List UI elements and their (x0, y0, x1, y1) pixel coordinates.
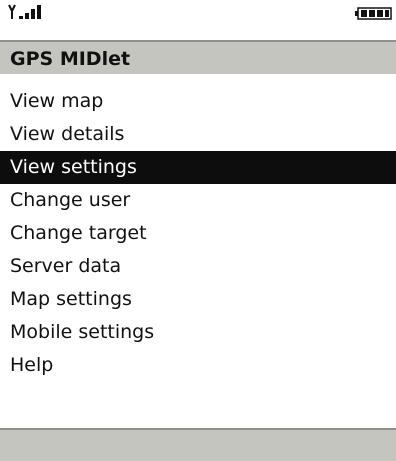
menu-item-mobile-settings[interactable]: Mobile settings (0, 316, 396, 349)
menu-item-view-details[interactable]: View details (0, 118, 396, 151)
title-bar: GPS MIDlet (0, 40, 396, 74)
menu-item-change-target[interactable]: Change target (0, 217, 396, 250)
menu-item-server-data[interactable]: Server data (0, 250, 396, 283)
menu-item-view-map[interactable]: View map (0, 85, 396, 118)
main-menu: View map View details View settings Chan… (0, 85, 396, 382)
antenna-signal-icon (8, 4, 41, 19)
menu-item-view-settings[interactable]: View settings (0, 151, 396, 184)
menu-item-map-settings[interactable]: Map settings (0, 283, 396, 316)
softkey-bar (0, 428, 396, 461)
menu-item-help[interactable]: Help (0, 349, 396, 382)
app-title: GPS MIDlet (10, 48, 131, 70)
status-bar (0, 0, 396, 40)
menu-item-change-user[interactable]: Change user (0, 184, 396, 217)
battery-icon (355, 7, 392, 20)
